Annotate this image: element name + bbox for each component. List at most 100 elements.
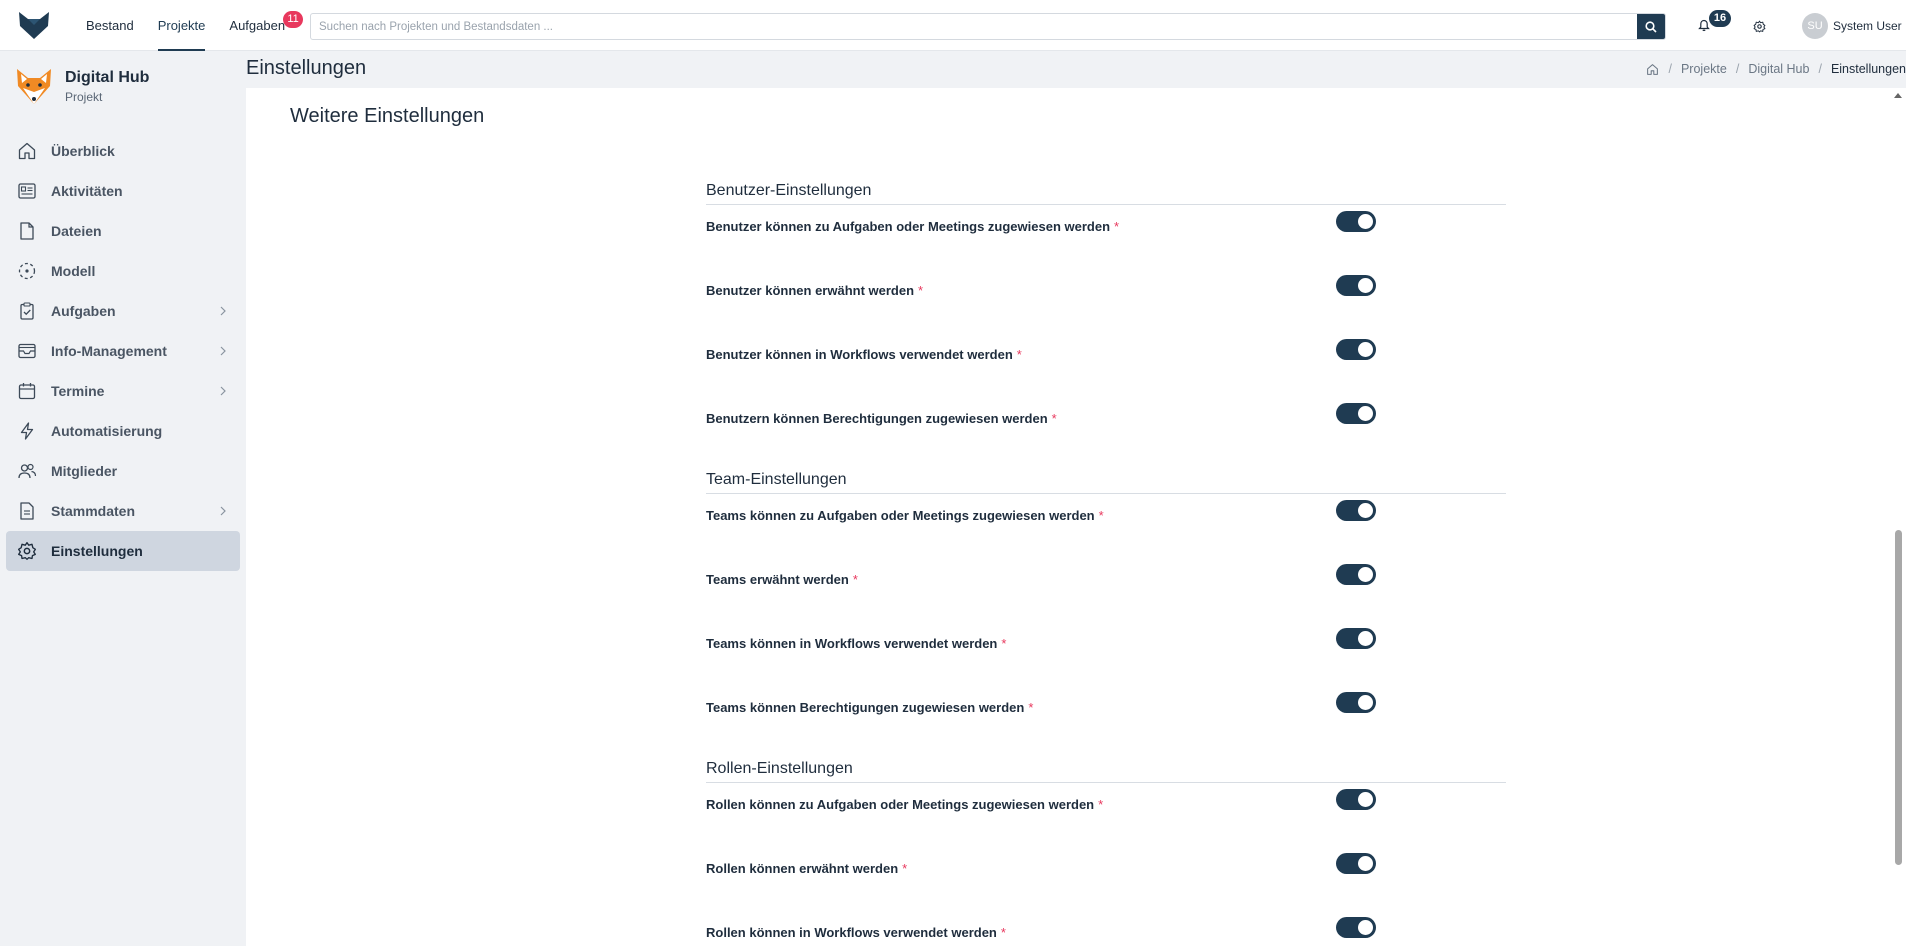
page-header: Einstellungen / Projekte / Digital Hub /…: [246, 51, 1906, 88]
chevron-right-icon: [220, 506, 226, 516]
setting-row: Rollen können in Workflows verwendet wer…: [706, 911, 1506, 946]
setting-toggle[interactable]: [1336, 211, 1376, 232]
search-input[interactable]: [311, 14, 1637, 39]
toggle-knob: [1358, 214, 1373, 229]
setting-toggle[interactable]: [1336, 339, 1376, 360]
required-marker: *: [1051, 411, 1057, 426]
page-title: Einstellungen: [246, 57, 367, 79]
sidebar-menu: Überblick Aktivitäten Dateien Modell Auf…: [0, 131, 246, 571]
setting-row: Benutzer können zu Aufgaben oder Meeting…: [706, 205, 1506, 269]
bell-icon: [1698, 19, 1710, 31]
sidebar-item-label: Überblick: [51, 143, 115, 159]
nav-bestand-label: Bestand: [86, 17, 134, 33]
sidebar-item-mitglieder[interactable]: Mitglieder: [6, 451, 240, 491]
lightning-icon: [16, 420, 38, 442]
sidebar-item-modell[interactable]: Modell: [6, 251, 240, 291]
sidebar-item-label: Info-Management: [51, 343, 167, 359]
setting-toggle[interactable]: [1336, 789, 1376, 810]
breadcrumb-link-project[interactable]: Digital Hub: [1748, 62, 1809, 76]
setting-toggle[interactable]: [1336, 275, 1376, 296]
chevron-right-icon: [220, 386, 226, 396]
sidebar-item-stammdaten[interactable]: Stammdaten: [6, 491, 240, 531]
sidebar-item-label: Einstellungen: [51, 543, 143, 559]
setting-label-text: Rollen können in Workflows verwendet wer…: [706, 925, 997, 940]
required-marker: *: [1001, 636, 1007, 651]
search-button[interactable]: [1637, 14, 1665, 39]
setting-label: Teams können in Workflows verwendet werd…: [706, 636, 1006, 651]
setting-label: Rollen können zu Aufgaben oder Meetings …: [706, 797, 1103, 812]
project-type: Projekt: [65, 90, 103, 104]
sidebar-item-info-management[interactable]: Info-Management: [6, 331, 240, 371]
setting-label: Benutzern können Berechtigungen zugewies…: [706, 411, 1057, 426]
breadcrumb: / Projekte / Digital Hub / Einstellungen: [1646, 62, 1906, 76]
sidebar-item-einstellungen[interactable]: Einstellungen: [6, 531, 240, 571]
required-marker: *: [1098, 797, 1104, 812]
setting-label: Teams erwähnt werden *: [706, 572, 858, 587]
top-nav: Bestand Projekte Aufgaben 11: [74, 0, 304, 51]
toggle-knob: [1358, 792, 1373, 807]
card-title: Weitere Einstellungen: [290, 105, 485, 127]
project-name: Digital Hub: [65, 69, 150, 86]
nav-aufgaben-label: Aufgaben: [229, 17, 286, 33]
scroll-up-arrow-icon[interactable]: [1894, 93, 1902, 98]
required-marker: *: [1028, 700, 1034, 715]
toggle-knob: [1358, 342, 1373, 357]
sidebar-item-automatisierung[interactable]: Automatisierung: [6, 411, 240, 451]
setting-label-text: Benutzer können zu Aufgaben oder Meeting…: [706, 219, 1111, 234]
sidebar-item-label: Aktivitäten: [51, 183, 123, 199]
home-icon[interactable]: [1646, 63, 1659, 76]
nav-projekte[interactable]: Projekte: [146, 0, 218, 51]
sidebar-item-dateien[interactable]: Dateien: [6, 211, 240, 251]
sidebar-item-termine[interactable]: Termine: [6, 371, 240, 411]
scrollbar-thumb[interactable]: [1895, 530, 1902, 865]
sidebar-item-aktivitaeten[interactable]: Aktivitäten: [6, 171, 240, 211]
setting-toggle[interactable]: [1336, 853, 1376, 874]
setting-label: Rollen können erwähnt werden *: [706, 861, 907, 876]
required-marker: *: [1016, 347, 1022, 362]
vertical-scrollbar[interactable]: [1890, 88, 1906, 946]
setting-row: Benutzer können erwähnt werden *: [706, 269, 1506, 333]
setting-label-text: Teams erwähnt werden: [706, 572, 849, 587]
setting-toggle[interactable]: [1336, 403, 1376, 424]
setting-toggle[interactable]: [1336, 500, 1376, 521]
setting-toggle[interactable]: [1336, 628, 1376, 649]
setting-toggle[interactable]: [1336, 917, 1376, 938]
setting-row: Teams können Berechtigungen zugewiesen w…: [706, 686, 1506, 750]
setting-label-text: Teams können in Workflows verwendet werd…: [706, 636, 998, 651]
breadcrumb-link-projekte[interactable]: Projekte: [1681, 62, 1727, 76]
masterdata-icon: [16, 500, 38, 522]
setting-row: Teams können in Workflows verwendet werd…: [706, 622, 1506, 686]
app-logo-icon[interactable]: [8, 0, 60, 51]
search-bar: [310, 13, 1666, 40]
setting-toggle[interactable]: [1336, 692, 1376, 713]
toggle-knob: [1358, 567, 1373, 582]
gear-icon: [1753, 20, 1765, 32]
section-team-settings: Team-Einstellungen Teams können zu Aufga…: [706, 471, 1506, 750]
settings-button[interactable]: [1749, 16, 1769, 36]
sidebar-item-label: Aufgaben: [51, 303, 116, 319]
nav-aufgaben[interactable]: Aufgaben 11: [217, 0, 304, 51]
file-icon: [16, 220, 38, 242]
sidebar-item-ueberblick[interactable]: Überblick: [6, 131, 240, 171]
sidebar-item-aufgaben[interactable]: Aufgaben: [6, 291, 240, 331]
setting-label-text: Benutzer können in Workflows verwendet w…: [706, 347, 1013, 362]
setting-label: Benutzer können zu Aufgaben oder Meeting…: [706, 219, 1119, 234]
section-title: Benutzer-Einstellungen: [706, 182, 1506, 205]
user-menu[interactable]: SU System User: [1802, 13, 1902, 39]
activity-icon: [16, 180, 38, 202]
setting-row: Rollen können erwähnt werden *: [706, 847, 1506, 911]
setting-toggle[interactable]: [1336, 564, 1376, 585]
section-role-settings: Rollen-Einstellungen Rollen können zu Au…: [706, 760, 1506, 946]
setting-label-text: Benutzer können erwähnt werden: [706, 283, 915, 298]
required-marker: *: [1114, 219, 1120, 234]
sidebar-item-label: Modell: [51, 263, 96, 279]
setting-label: Teams können Berechtigungen zugewiesen w…: [706, 700, 1033, 715]
setting-label: Rollen können in Workflows verwendet wer…: [706, 925, 1006, 940]
sidebar-item-label: Automatisierung: [51, 423, 163, 439]
setting-row: Benutzer können in Workflows verwendet w…: [706, 333, 1506, 397]
section-user-settings: Benutzer-Einstellungen Benutzer können z…: [706, 182, 1506, 461]
toggle-knob: [1358, 631, 1373, 646]
fox-logo-icon: [17, 68, 51, 104]
nav-bestand[interactable]: Bestand: [74, 0, 146, 51]
nav-projekte-label: Projekte: [157, 17, 206, 33]
